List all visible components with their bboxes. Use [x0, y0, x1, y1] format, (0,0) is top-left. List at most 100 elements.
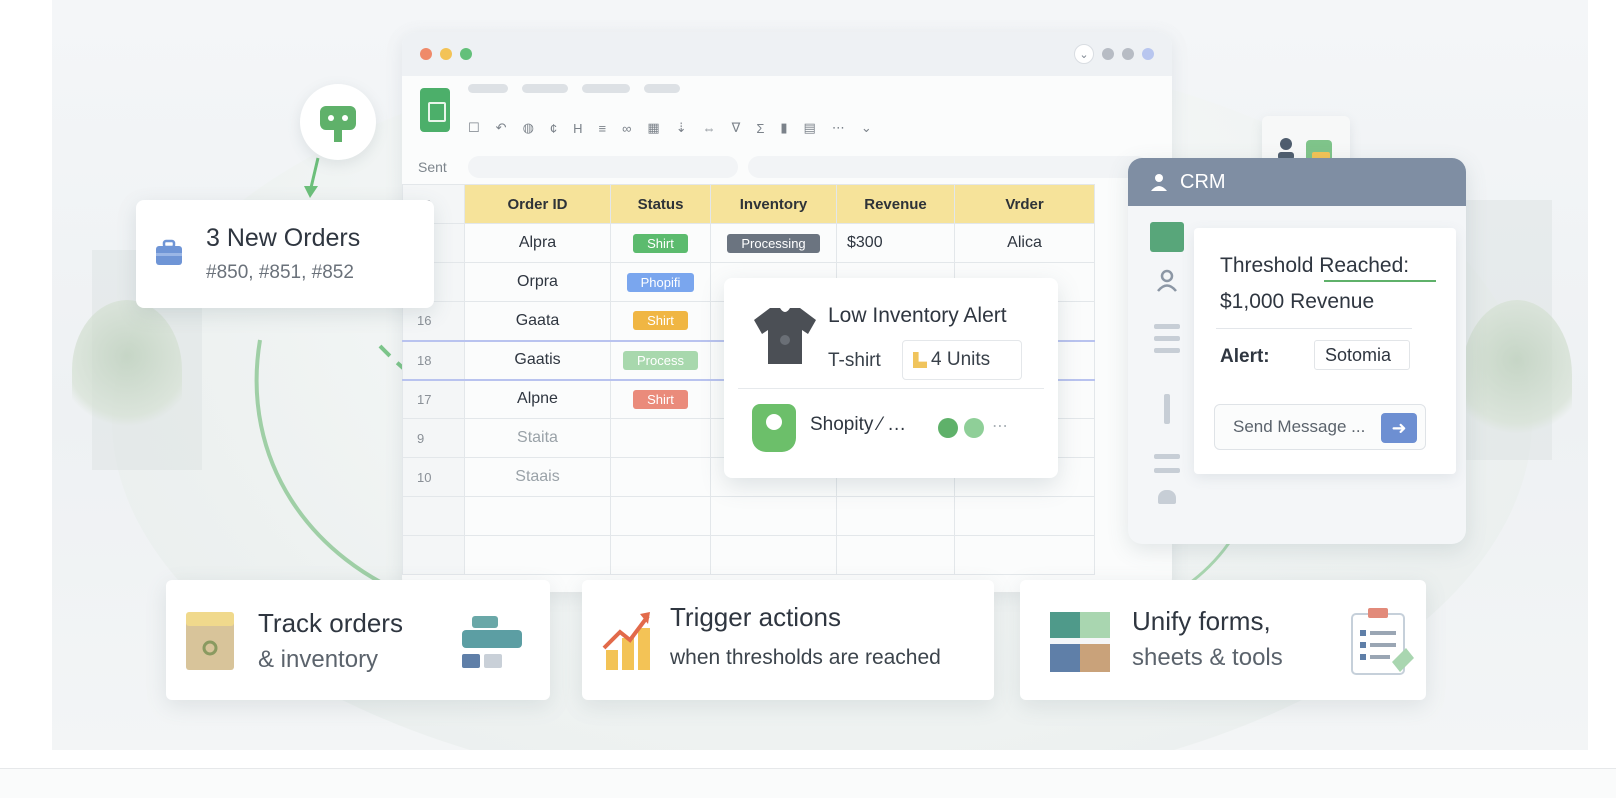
merge-tool-icon[interactable]: ⇔ — [703, 121, 716, 136]
sidebar-item[interactable] — [1154, 454, 1180, 459]
stock-level-icon — [913, 352, 927, 368]
status-cell[interactable]: Shirt — [610, 379, 711, 419]
status-cell[interactable]: Process — [610, 339, 711, 381]
order-id-cell[interactable]: Staita — [464, 418, 611, 458]
empty-cell[interactable] — [464, 496, 611, 536]
column-header[interactable]: Order ID — [464, 184, 611, 224]
link-tool-icon[interactable]: ∞ — [622, 121, 631, 136]
undo-tool-icon[interactable]: ↶ — [496, 120, 507, 136]
formula-input[interactable] — [468, 156, 738, 178]
order-id-text: Staais — [515, 468, 560, 485]
currency-tool-icon[interactable]: ¢ — [550, 121, 557, 136]
feature-line1: Unify forms, — [1132, 606, 1271, 636]
status-cell[interactable] — [610, 418, 711, 458]
menu-item[interactable] — [644, 84, 680, 93]
order-id-cell[interactable]: Gaata — [464, 301, 611, 341]
status-chip: Shirt — [633, 233, 688, 253]
column-header[interactable]: Revenue — [836, 184, 955, 224]
sidebar-item[interactable] — [1154, 336, 1180, 341]
menu-item[interactable] — [522, 84, 568, 93]
row-number-text: 18 — [417, 352, 432, 368]
notification-icon[interactable] — [938, 418, 958, 438]
chat-icon[interactable] — [964, 418, 984, 438]
row-number-text: 16 — [417, 313, 432, 329]
illustration-stage: ⌄ ☐ ↶ ◍ ¢ H ≡ ∞ ▦ ⇣ ⇔ ∇ Σ ▮ ▤ ⋯ ⌄ Sent O… — [0, 0, 1616, 798]
column-header[interactable]: Inventory — [710, 184, 837, 224]
sidebar-item[interactable] — [1154, 348, 1180, 353]
sidebar-item[interactable] — [1154, 468, 1180, 473]
table-tool-icon[interactable]: ▤ — [804, 120, 816, 136]
empty-cell[interactable] — [710, 535, 837, 575]
empty-cell[interactable] — [954, 496, 1095, 536]
empty-cell[interactable] — [610, 496, 711, 536]
close-dot[interactable] — [420, 48, 432, 60]
control-dot[interactable] — [1102, 48, 1114, 60]
control-dot[interactable] — [1122, 48, 1134, 60]
send-button[interactable]: ➜ — [1381, 413, 1417, 443]
status-cell[interactable]: Shirt — [610, 223, 711, 263]
empty-cell[interactable] — [464, 535, 611, 575]
bold-tool-icon[interactable]: H — [573, 121, 582, 136]
align-tool-icon[interactable]: ≡ — [599, 121, 607, 136]
inventory-cell[interactable]: Processing — [710, 223, 837, 263]
status-cell[interactable]: Shirt — [610, 301, 711, 341]
status-cell[interactable]: Phopifi — [610, 262, 711, 302]
grid-tool-icon[interactable]: ▦ — [647, 120, 659, 136]
status-chip: Process — [623, 350, 698, 370]
empty-cell[interactable] — [610, 535, 711, 575]
sidebar-item-dashboard[interactable] — [1150, 222, 1184, 252]
circle-tool-icon[interactable]: ◍ — [523, 120, 534, 136]
order-id-cell[interactable]: Staais — [464, 457, 611, 497]
order-id-text: Staita — [517, 429, 558, 446]
minimize-dot[interactable] — [440, 48, 452, 60]
empty-cell[interactable] — [954, 535, 1095, 575]
empty-cell[interactable] — [836, 535, 955, 575]
revenue-text: $300 — [847, 234, 883, 251]
integration-label: Shopity ⁄ … — [810, 414, 907, 435]
empty-cell[interactable] — [710, 496, 837, 536]
send-message-input[interactable]: Send Message ... ➜ — [1214, 404, 1426, 450]
more-icon[interactable]: ⋯ — [992, 416, 1008, 436]
table-header-row: 10 Order ID Status Inventory Revenue Vrd… — [402, 184, 1095, 224]
chevron-down-icon[interactable]: ⌄ — [1074, 44, 1094, 64]
sum-tool-icon[interactable]: Σ — [756, 121, 764, 136]
order-id-cell[interactable]: Alpne — [464, 379, 611, 419]
revenue-cell[interactable]: $300 — [836, 223, 955, 263]
chatbot-bubble — [300, 84, 376, 160]
formula-input[interactable] — [748, 156, 1148, 178]
dropdown-tool-icon[interactable]: ⌄ — [861, 120, 872, 136]
chart-tool-icon[interactable]: ▮ — [780, 120, 787, 136]
column-header[interactable]: Status — [610, 184, 711, 224]
vendor-cell[interactable]: Alica — [954, 223, 1095, 263]
sort-tool-icon[interactable]: ⇣ — [676, 120, 687, 136]
contact-icon[interactable] — [1156, 268, 1178, 292]
filter-tool-icon[interactable]: ∇ — [732, 120, 741, 136]
more-tool-icon[interactable]: ⋯ — [832, 120, 845, 136]
low-inventory-alert-card[interactable]: Low Inventory Alert T-shirt 4 Units Shop… — [724, 278, 1058, 478]
new-orders-card[interactable]: 3 New Orders #850, #851, #852 — [136, 200, 434, 308]
menu-item[interactable] — [582, 84, 630, 93]
feature-card-track: Track orders & inventory — [166, 580, 550, 700]
table-row[interactable]: 8AlpraShirtProcessing$300Alica — [402, 223, 1095, 263]
crm-window: CRM Threshold Reached: $1,000 Revenue Al… — [1128, 158, 1466, 544]
empty-row[interactable] — [402, 496, 1095, 536]
alert-field[interactable]: Sotomia — [1314, 340, 1410, 370]
empty-cell[interactable] — [402, 535, 465, 575]
maximize-dot[interactable] — [460, 48, 472, 60]
menu-item[interactable] — [468, 84, 508, 93]
sidebar-item[interactable] — [1158, 490, 1176, 504]
order-id-cell[interactable]: Orpra — [464, 262, 611, 302]
empty-cell[interactable] — [836, 496, 955, 536]
empty-cell[interactable] — [402, 496, 465, 536]
column-header[interactable]: Vrder — [954, 184, 1095, 224]
order-id-cell[interactable]: Alpra — [464, 223, 611, 263]
control-dot[interactable] — [1142, 48, 1154, 60]
sidebar-item[interactable] — [1164, 394, 1170, 424]
sidebar-item[interactable] — [1154, 324, 1180, 329]
checkbox-tool-icon[interactable]: ☐ — [468, 120, 480, 136]
order-id-cell[interactable]: Gaatis — [464, 339, 611, 381]
checklist-icon — [1351, 608, 1414, 675]
order-id-text: Gaatis — [514, 351, 561, 368]
status-cell[interactable] — [610, 457, 711, 497]
empty-row[interactable] — [402, 535, 1095, 575]
